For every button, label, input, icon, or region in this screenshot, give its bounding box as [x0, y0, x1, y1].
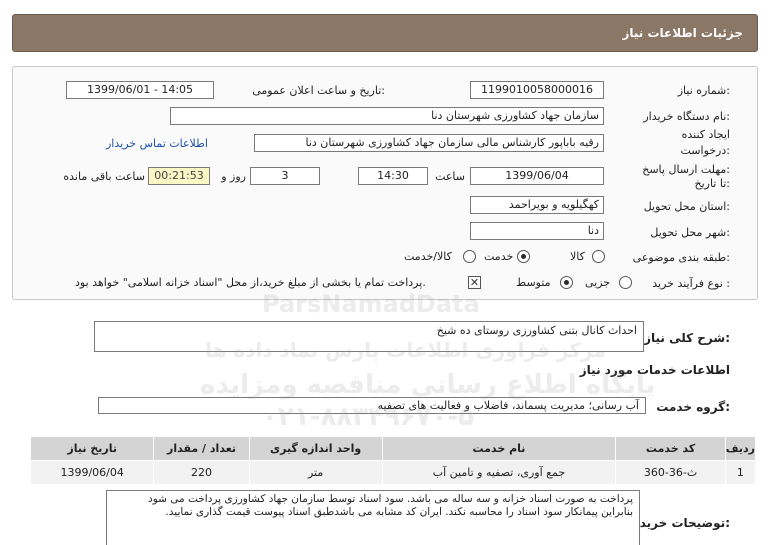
cell-qty: 220 — [153, 460, 250, 485]
process-label: نوع فرآیند خرید : — [652, 277, 730, 290]
page-header: جزئیات اطلاعات نیاز — [12, 14, 758, 52]
deadline-label-line1: مهلت ارسال پاسخ: — [642, 163, 730, 176]
announce-date-field[interactable]: 1399/06/01 - 14:05 — [66, 81, 214, 99]
service-group-label: گروه خدمت: — [656, 400, 730, 414]
city-field[interactable]: دنا — [470, 222, 604, 240]
announce-date-label: تاریخ و ساعت اعلان عمومی: — [252, 84, 385, 97]
buyer-contact-link[interactable]: اطلاعات تماس خریدار — [106, 137, 208, 150]
col-unit-header: واحد اندازه گیری — [248, 436, 383, 461]
remaining-time-label: ساعت باقی مانده — [63, 170, 145, 183]
deadline-time-label: ساعت — [435, 170, 465, 183]
buyer-field[interactable]: سازمان جهاد کشاورزی شهرستان دنا — [170, 107, 604, 125]
category-label: طبقه بندی موضوعی: — [632, 251, 730, 264]
notes-field[interactable]: پرداخت به صورت اسناد خزانه و سه ساله می … — [106, 490, 640, 545]
deadline-date-field[interactable]: 1399/06/04 — [470, 167, 604, 185]
city-label: شهر محل تحویل: — [650, 226, 730, 239]
remaining-time-field: 00:21:53 — [148, 167, 210, 185]
summary-field[interactable]: احداث کانال بتنی کشاورزی روستای ده شیخ — [94, 321, 644, 352]
col-name-header: نام خدمت — [381, 436, 617, 461]
cell-code: ث-36-360 — [615, 460, 726, 485]
cell-row: 1 — [724, 460, 757, 485]
creator-label-line2: درخواست: — [680, 144, 731, 157]
need-number-label: شماره نیاز: — [677, 84, 730, 97]
process-minor-radio[interactable] — [619, 276, 632, 289]
services-section-title: اطلاعات خدمات مورد نیاز — [579, 363, 730, 377]
days-remaining-field[interactable]: 3 — [250, 167, 320, 185]
service-group-field[interactable]: آب رسانی؛ مدیریت پسماند، فاضلاب و فعالیت… — [98, 397, 646, 414]
days-label: روز و — [221, 170, 246, 183]
buyer-label: نام دستگاه خریدار: — [643, 110, 730, 123]
need-number-field[interactable]: 1199010058000016 — [470, 81, 604, 99]
deadline-label-line2: تا تاریخ: — [694, 177, 730, 190]
process-medium-radio[interactable] — [560, 276, 573, 289]
category-goods-service-radio[interactable] — [463, 250, 476, 263]
category-goods-service-label: کالا/خدمت — [404, 250, 452, 263]
cell-name: جمع آوری، تصفیه و تامین آب — [381, 460, 617, 485]
province-label: استان محل تحویل: — [643, 200, 730, 213]
table-row: 1 ث-36-360 جمع آوری، تصفیه و تامین آب مت… — [29, 460, 757, 485]
cell-date: 1399/06/04 — [29, 460, 155, 485]
cell-unit: متر — [248, 460, 383, 485]
creator-field[interactable]: رقیه باباپور کارشناس مالی سازمان جهاد کش… — [254, 134, 604, 152]
deadline-time-field[interactable]: 14:30 — [358, 167, 428, 185]
process-medium-label: متوسط — [516, 276, 551, 289]
creator-label-line1: ایجاد کننده — [681, 128, 730, 141]
process-minor-label: جزیی — [585, 276, 611, 289]
col-date-header: تاریخ نیاز — [29, 436, 155, 461]
summary-label: شرح کلی نیاز: — [644, 331, 730, 345]
notes-label: توضیحات خریدار: — [628, 516, 730, 530]
treasury-payment-note: پرداخت تمام یا بخشی از مبلغ خرید،از محل … — [75, 276, 426, 289]
col-qty-header: تعداد / مقدار — [153, 436, 250, 461]
category-service-radio[interactable] — [517, 250, 530, 263]
category-service-label: خدمت — [484, 250, 514, 263]
province-field[interactable]: کهگیلویه و بویراحمد — [470, 196, 604, 214]
page-title: جزئیات اطلاعات نیاز — [622, 26, 743, 40]
services-table: ردیف کد خدمت نام خدمت واحد اندازه گیری ت… — [29, 436, 757, 485]
treasury-payment-checkbox[interactable]: ✕ — [468, 276, 481, 289]
col-row-header: ردیف — [724, 436, 757, 461]
category-goods-radio[interactable] — [592, 250, 605, 263]
table-header-row: ردیف کد خدمت نام خدمت واحد اندازه گیری ت… — [29, 436, 757, 461]
category-goods-label: کالا — [570, 250, 585, 263]
col-code-header: کد خدمت — [615, 436, 726, 461]
